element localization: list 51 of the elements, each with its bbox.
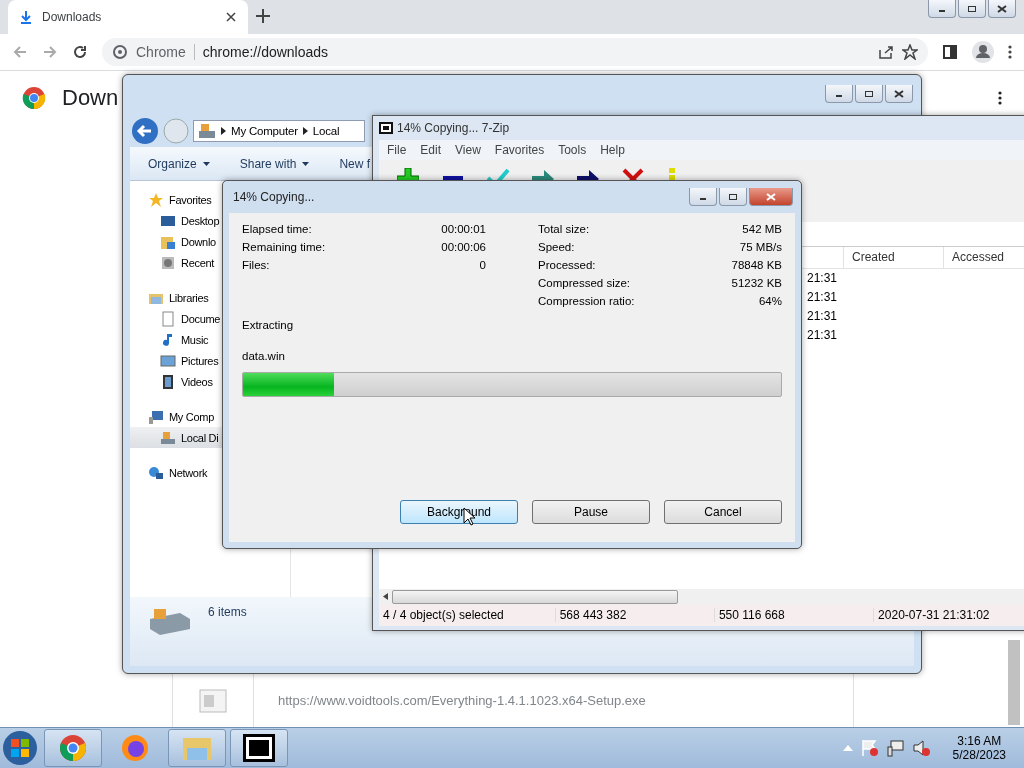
status-field: 2020-07-31 21:31:02 [874, 608, 1024, 622]
status-text: Extracting [242, 319, 295, 331]
menu-item[interactable]: Tools [558, 143, 587, 157]
dialog-title: 14% Copying... [233, 190, 315, 204]
status-field: 550 116 668 [714, 608, 875, 622]
toolbar-button[interactable]: New f [339, 156, 371, 171]
clock-date: 5/28/2023 [952, 748, 1006, 762]
field-label: Compressed size: [538, 277, 631, 291]
menu-item[interactable]: Favorites [494, 143, 545, 157]
table-cell: 21:31 [807, 290, 838, 304]
menu-item[interactable]: View [455, 143, 481, 157]
table-cell: 21:31 [807, 328, 838, 342]
field-label: Files: [242, 259, 270, 273]
menu-item[interactable]: File [387, 143, 407, 157]
window-title: 14% Copying... 7-Zip [397, 121, 510, 135]
menu-item[interactable]: Help [600, 143, 625, 157]
breadcrumb-item[interactable]: My Computer [231, 125, 298, 137]
field-value: 51232 KB [731, 277, 782, 291]
dialog-button[interactable]: Cancel [664, 500, 782, 524]
field-label: Compression ratio: [538, 295, 635, 309]
clock-time: 3:16 AM [957, 734, 1002, 748]
download-url[interactable]: https://www.voidtools.com/Everything-1.4.1.1023.x64-Setup.exe [278, 693, 646, 708]
page-heading: Down [62, 85, 119, 111]
dialog-button[interactable]: Pause [532, 500, 650, 524]
field-value: 0 [479, 259, 486, 273]
file-name: data.win [242, 350, 286, 362]
address-bar[interactable]: Chrome chrome://downloads [102, 38, 928, 66]
item-count: 6 items [208, 605, 247, 621]
field-value: 00:00:01 [441, 223, 486, 237]
status-field: 568 443 382 [555, 608, 715, 622]
field-label: Speed: [538, 241, 575, 255]
field-label: Processed: [538, 259, 596, 273]
field-value: 00:00:06 [441, 241, 486, 255]
status-field: 4 / 4 object(s) selected [379, 608, 556, 622]
column-header[interactable]: Created [843, 247, 943, 268]
column-header[interactable]: Accessed [943, 247, 1024, 268]
table-cell: 21:31 [807, 309, 838, 323]
field-value: 64% [758, 295, 782, 309]
toolbar-button[interactable]: Share with [239, 156, 310, 171]
toolbar-button[interactable]: Organize [148, 156, 210, 171]
field-value: 78848 KB [731, 259, 782, 273]
breadcrumb-bar[interactable]: My Computer Local [193, 120, 365, 142]
menu-item[interactable]: Edit [420, 143, 442, 157]
breadcrumb-item[interactable]: Local [312, 125, 340, 137]
field-label: Elapsed time: [242, 223, 312, 237]
browser-tab[interactable]: Downloads [8, 0, 248, 34]
field-value: 75 MB/s [739, 241, 782, 255]
field-label: Remaining time: [242, 241, 326, 255]
field-value: 542 MB [742, 223, 782, 237]
field-label: Total size: [538, 223, 590, 237]
table-cell: 21:31 [807, 271, 838, 285]
